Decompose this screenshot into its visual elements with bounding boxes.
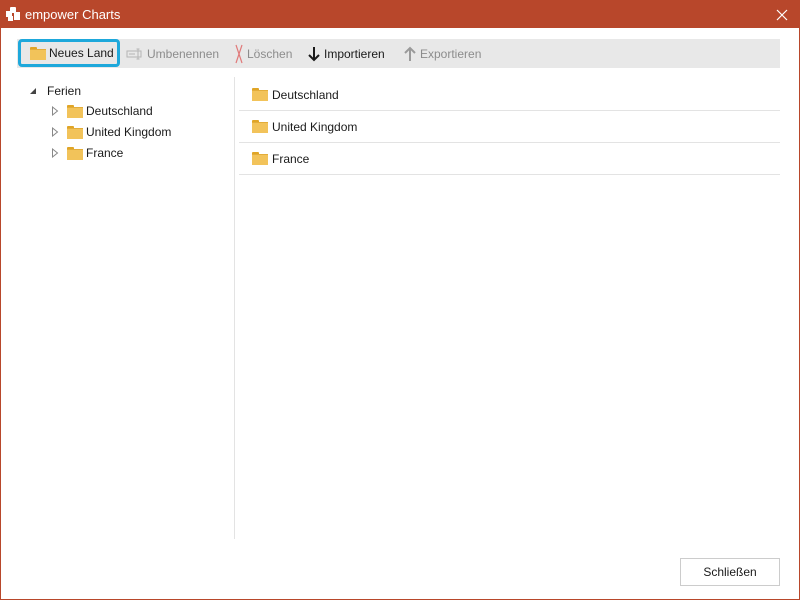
new-country-label: Neues Land <box>49 46 114 60</box>
tree-item-label: Deutschland <box>86 104 153 118</box>
toolbar: Neues Land Umbenennen Löschen Importiere… <box>17 39 780 68</box>
window-close-button[interactable] <box>765 1 799 28</box>
collapsed-triangle-icon[interactable] <box>51 106 59 116</box>
list-item-deutschland[interactable]: Deutschland <box>239 79 780 111</box>
title-bar[interactable]: empower Charts <box>1 1 799 28</box>
tree-item-united-kingdom[interactable]: United Kingdom <box>51 123 171 141</box>
delete-x-icon <box>235 44 243 63</box>
folder-tree: Ferien Deutschland United Kingdom France <box>17 77 235 539</box>
list-item-united-kingdom[interactable]: United Kingdom <box>239 111 780 143</box>
tree-item-deutschland[interactable]: Deutschland <box>51 102 153 120</box>
export-label: Exportieren <box>420 46 482 61</box>
empower-logo-icon <box>5 6 21 22</box>
delete-button[interactable]: Löschen <box>234 40 292 67</box>
folder-icon <box>67 125 83 139</box>
close-icon <box>776 9 788 20</box>
tree-item-label: France <box>86 146 124 160</box>
collapsed-triangle-icon[interactable] <box>51 148 59 158</box>
arrow-up-icon <box>404 46 416 61</box>
collapsed-triangle-icon[interactable] <box>51 127 59 137</box>
folder-icon <box>252 120 268 133</box>
rename-icon <box>126 48 142 59</box>
tree-root-label: Ferien <box>47 84 82 98</box>
expanded-triangle-icon[interactable] <box>29 87 37 95</box>
rename-button[interactable]: Umbenennen <box>126 40 219 67</box>
folder-list: Deutschland United Kingdom France <box>239 79 780 175</box>
export-button[interactable]: Exportieren <box>403 40 481 67</box>
folder-icon <box>252 88 268 101</box>
list-item-label: France <box>272 151 310 166</box>
tree-root-ferien[interactable]: Ferien <box>29 83 81 99</box>
close-dialog-button[interactable]: Schließen <box>680 558 780 586</box>
folder-icon <box>30 46 46 60</box>
folder-icon <box>252 152 268 165</box>
rename-label: Umbenennen <box>147 46 220 61</box>
dialog-window: empower Charts Neues Land Umbenennen Lös… <box>0 0 800 600</box>
folder-icon <box>67 104 83 118</box>
import-button[interactable]: Importieren <box>307 40 385 67</box>
list-item-label: United Kingdom <box>272 119 358 134</box>
list-item-label: Deutschland <box>272 87 339 102</box>
arrow-down-icon <box>308 46 320 61</box>
window-title: empower Charts <box>25 7 121 22</box>
new-country-button[interactable]: Neues Land <box>18 39 120 67</box>
tree-item-label: United Kingdom <box>86 125 172 139</box>
import-label: Importieren <box>324 46 385 61</box>
folder-icon <box>67 146 83 160</box>
list-item-france[interactable]: France <box>239 143 780 175</box>
tree-item-france[interactable]: France <box>51 144 123 162</box>
delete-label: Löschen <box>247 46 293 61</box>
